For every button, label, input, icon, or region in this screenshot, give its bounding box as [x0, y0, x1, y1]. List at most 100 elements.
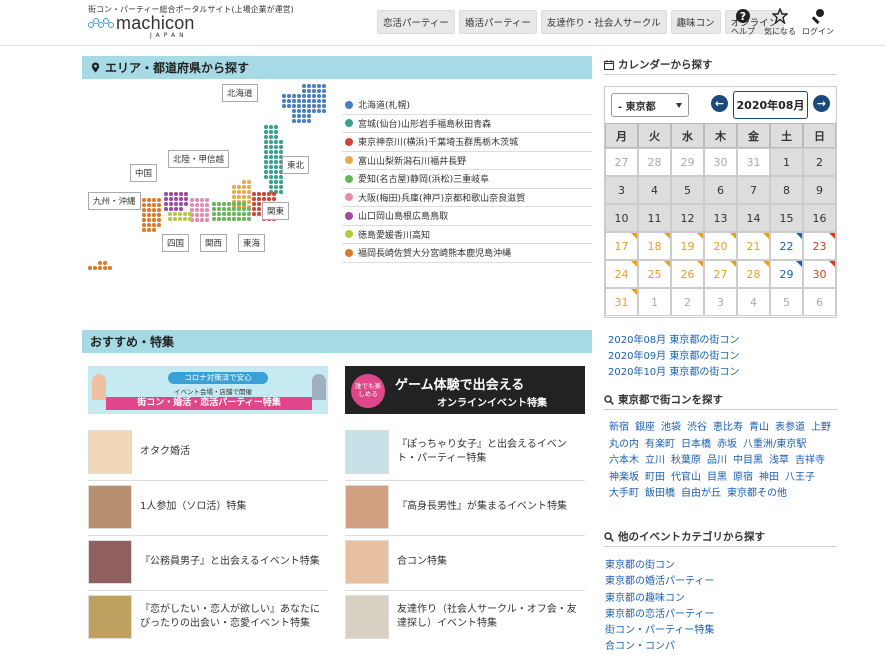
feature-item[interactable]: 1人参加（ソロ活）特集 [88, 482, 328, 532]
prefecture-link[interactable]: 香川 [394, 228, 412, 241]
link-item[interactable]: 新宿 [609, 418, 629, 435]
prefecture-link[interactable]: 秋田 [455, 117, 473, 130]
feature-item[interactable]: 『恋がしたい・恋人が欲しい』あなたにぴったりの出会い・恋愛イベント特集 [88, 592, 328, 642]
prefecture-link[interactable]: 京都 [444, 191, 462, 204]
nav-friends-circle[interactable]: 友達作り・社会人サークル [540, 10, 667, 34]
prefecture-link[interactable]: (仙台) [376, 117, 401, 130]
prefecture-link[interactable]: 新潟 [394, 154, 412, 167]
prefecture-link[interactable]: 山口 [358, 209, 376, 222]
link-item[interactable]: 目黒 [707, 468, 727, 485]
feature-item[interactable]: オタク婚活 [88, 427, 328, 477]
prefecture-link[interactable]: 静岡 [410, 172, 428, 185]
prefecture-link[interactable]: (神戸) [419, 191, 444, 204]
prefecture-link[interactable]: (横浜) [403, 135, 428, 148]
prefecture-link[interactable]: 熊本 [448, 246, 466, 259]
prefecture-link[interactable]: 大分 [412, 246, 430, 259]
prefecture-link[interactable]: 茨城 [500, 135, 518, 148]
calendar-day[interactable]: 31 [605, 288, 638, 316]
link-item[interactable]: 町田 [645, 468, 665, 485]
help-link[interactable]: ? ヘルプ [731, 8, 755, 37]
calendar-day[interactable]: 28 [737, 260, 770, 288]
link-item[interactable]: 恵比寿 [713, 418, 743, 435]
link-item[interactable]: 立川 [645, 451, 665, 468]
login-link[interactable]: ログイン [802, 8, 834, 37]
prefecture-link[interactable]: 千葉 [428, 135, 446, 148]
link-item[interactable]: 東京都の恋活パーティー [605, 605, 714, 621]
nav-koikatsu-party[interactable]: 恋活パーティー [377, 10, 455, 34]
prefecture-link[interactable]: 宮城 [358, 117, 376, 130]
prefecture-link[interactable]: 群馬 [464, 135, 482, 148]
nav-konkatsu-party[interactable]: 婚活パーティー [458, 10, 537, 34]
calendar-day[interactable]: 27 [704, 260, 737, 288]
link-item[interactable]: 神田 [759, 468, 779, 485]
link-item[interactable]: 吉祥寺 [795, 451, 825, 468]
link-item[interactable]: 池袋 [661, 418, 681, 435]
prefecture-link[interactable]: 滋賀 [507, 191, 525, 204]
link-item[interactable]: 六本木 [609, 451, 639, 468]
calendar-day[interactable]: 17 [605, 232, 638, 260]
prefecture-link[interactable]: 福岡 [358, 246, 376, 259]
prefecture-link[interactable]: 奈良 [489, 191, 507, 204]
prefecture-link[interactable]: 鳥取 [430, 209, 448, 222]
next-month-button[interactable]: → [813, 95, 830, 112]
link-item[interactable]: 大手町 [609, 484, 639, 501]
favorite-link[interactable]: 気になる [764, 8, 796, 37]
region-label-button[interactable]: 中国 [130, 164, 158, 182]
link-item[interactable]: 品川 [707, 451, 727, 468]
prefecture-link[interactable]: 岡山 [376, 209, 394, 222]
prefecture-link[interactable]: 山梨 [376, 154, 394, 167]
feature-item[interactable]: 友達作り（社会人サークル・オフ会・友達探し）イベント特集 [345, 592, 585, 642]
prefecture-link[interactable]: 福井 [430, 154, 448, 167]
link-item[interactable]: 原宿 [733, 468, 753, 485]
prefecture-link[interactable]: 岩手 [419, 117, 437, 130]
prev-month-button[interactable]: ← [711, 95, 728, 112]
prefecture-link[interactable]: 山形 [401, 117, 419, 130]
link-item[interactable]: 東京都その他 [727, 484, 787, 501]
link-item[interactable]: 渋谷 [687, 418, 707, 435]
calendar-day[interactable]: 29 [770, 260, 803, 288]
prefecture-link[interactable]: 和歌山 [462, 191, 489, 204]
prefecture-link[interactable]: 神奈川 [376, 135, 403, 148]
prefecture-link[interactable]: (名古屋) [376, 172, 410, 185]
link-item[interactable]: 銀座 [635, 418, 655, 435]
prefecture-link[interactable]: 長崎 [376, 246, 394, 259]
prefecture-link[interactable]: (梅田) [376, 191, 401, 204]
link-item[interactable]: 上野 [811, 418, 831, 435]
link-item[interactable]: 自由が丘 [681, 484, 721, 501]
prefecture-link[interactable]: 愛媛 [376, 228, 394, 241]
site-logo[interactable]: machicon JAPAN [88, 14, 195, 42]
link-item[interactable]: 青山 [749, 418, 769, 435]
calendar-day[interactable]: 20 [704, 232, 737, 260]
calendar-day[interactable]: 21 [737, 232, 770, 260]
link-item[interactable]: 神楽坂 [609, 468, 639, 485]
link-item[interactable]: 浅草 [769, 451, 789, 468]
nav-hobby-con[interactable]: 趣味コン [670, 10, 721, 34]
calendar-day[interactable]: 18 [638, 232, 671, 260]
prefecture-link[interactable]: 岐阜 [471, 172, 489, 185]
region-label-button[interactable]: 関西 [200, 234, 228, 252]
prefecture-link[interactable]: 長野 [448, 154, 466, 167]
calendar-day[interactable]: 23 [803, 232, 836, 260]
region-label-button[interactable]: 北陸・甲信越 [168, 150, 230, 168]
prefecture-link[interactable]: (札幌) [385, 98, 410, 111]
prefecture-link[interactable]: 広島 [412, 209, 430, 222]
link-item[interactable]: 有楽町 [645, 435, 675, 452]
prefecture-link[interactable]: 兵庫 [401, 191, 419, 204]
link-item[interactable]: 秋葉原 [671, 451, 701, 468]
region-label-button[interactable]: 四国 [162, 234, 190, 252]
calendar-day[interactable]: 30 [803, 260, 836, 288]
link-item[interactable]: 東京都の街コン [605, 556, 714, 572]
prefecture-link[interactable]: 愛知 [358, 172, 376, 185]
calendar-day[interactable]: 24 [605, 260, 638, 288]
prefecture-link[interactable]: 埼玉 [446, 135, 464, 148]
link-item[interactable]: 2020年08月 東京都の街コン [608, 331, 739, 347]
prefecture-link[interactable]: 沖縄 [493, 246, 511, 259]
link-item[interactable]: 丸の内 [609, 435, 639, 452]
region-label-button[interactable]: 東海 [238, 234, 266, 252]
prefecture-link[interactable]: (浜松) [428, 172, 453, 185]
link-item[interactable]: 東京都の趣味コン [605, 589, 714, 605]
calendar-day[interactable]: 26 [671, 260, 704, 288]
calendar-day[interactable]: 22 [770, 232, 803, 260]
feature-item[interactable]: 『公務員男子』と出会えるイベント特集 [88, 537, 328, 587]
link-item[interactable]: 2020年09月 東京都の街コン [608, 347, 739, 363]
